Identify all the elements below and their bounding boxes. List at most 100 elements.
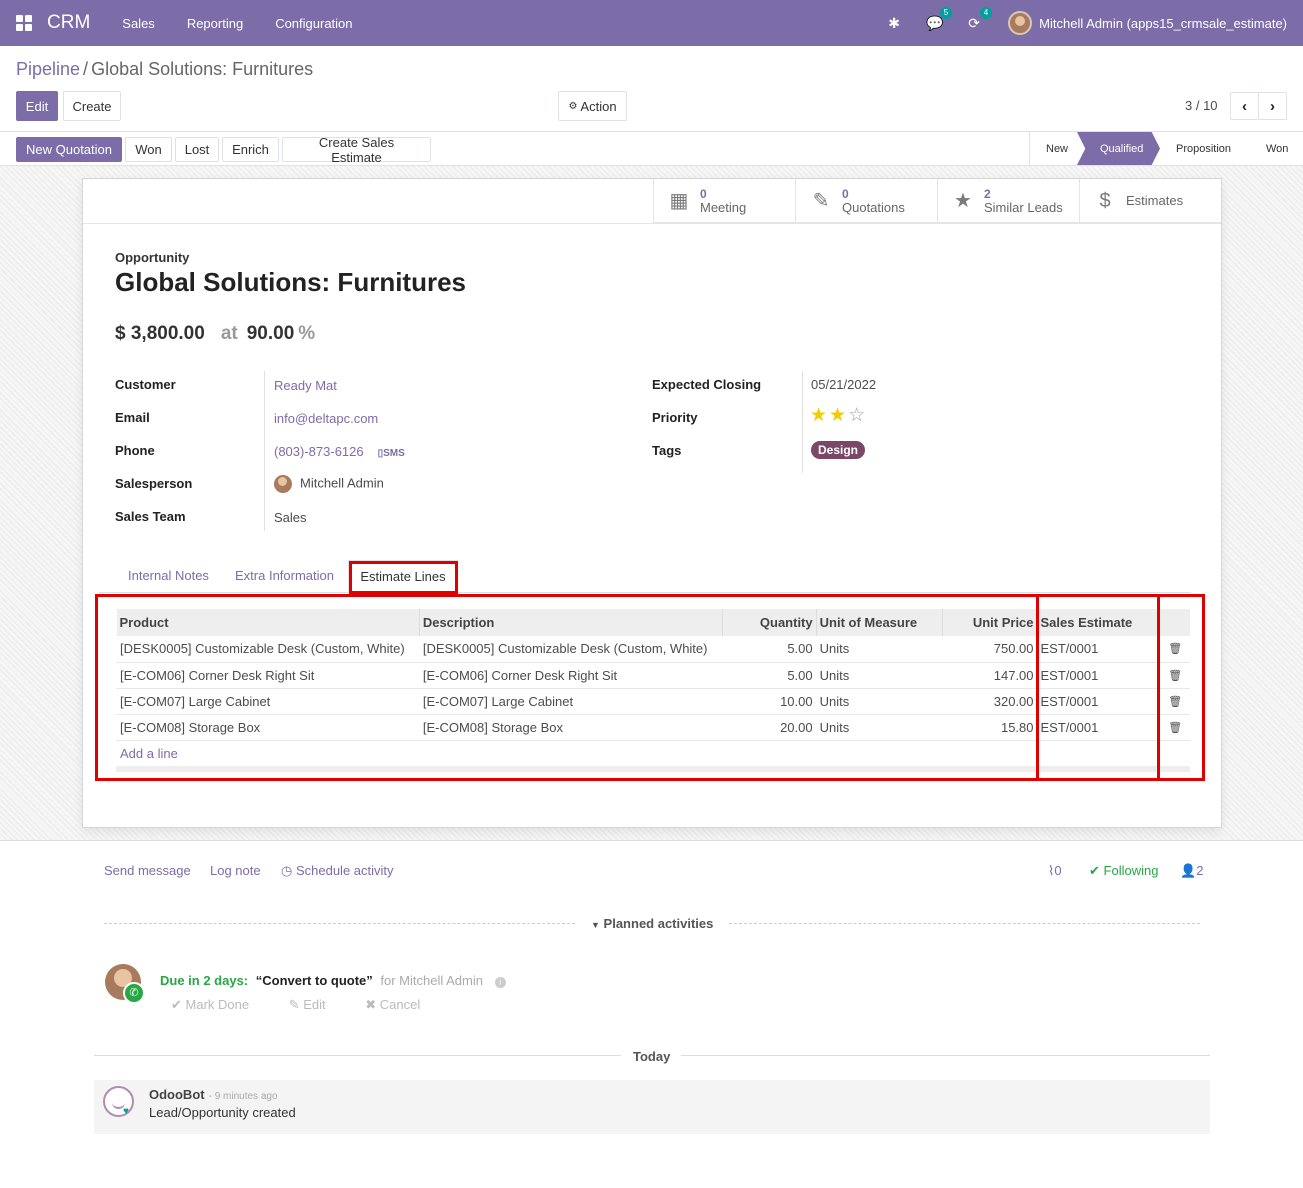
expected-revenue[interactable]: $ 3,800.00 at 90.00 % bbox=[115, 323, 315, 345]
schedule-activity-button[interactable]: ◷ Schedule activity bbox=[281, 863, 394, 879]
sales-team-field[interactable]: Sales bbox=[274, 510, 307, 525]
app-brand[interactable]: CRM bbox=[47, 12, 90, 34]
record-title[interactable]: Global Solutions: Furnitures bbox=[115, 267, 466, 298]
attachments-button[interactable]: ⌇0 bbox=[1048, 863, 1062, 879]
user-menu[interactable]: Mitchell Admin (apps15_crmsale_estimate) bbox=[1039, 16, 1287, 31]
sms-button[interactable]: ▯SMS bbox=[378, 448, 405, 459]
priority-star-2-icon[interactable]: ★ bbox=[829, 405, 848, 426]
caret-down-icon: ▼ bbox=[591, 920, 600, 930]
menu-sales[interactable]: Sales bbox=[122, 16, 155, 31]
activity-summary: “Convert to quote” bbox=[255, 973, 373, 988]
heart-icon: ♥ bbox=[123, 1106, 129, 1117]
messages-icon[interactable]: 💬 5 bbox=[926, 7, 953, 31]
expected-closing-field[interactable]: 05/21/2022 bbox=[811, 377, 876, 392]
similar-leads-smart-button[interactable]: ★ 2 Similar Leads bbox=[937, 179, 1079, 223]
bug-icon[interactable]: ✱ bbox=[886, 15, 902, 31]
apps-menu-icon[interactable] bbox=[16, 15, 32, 31]
planned-activities-toggle[interactable]: ▼ Planned activities bbox=[591, 916, 713, 931]
breadcrumb-pipeline[interactable]: Pipeline bbox=[16, 59, 80, 80]
message-author-name[interactable]: OdooBot bbox=[149, 1087, 205, 1102]
stage-proposition[interactable]: Proposition bbox=[1160, 132, 1246, 165]
similar-leads-label: Similar Leads bbox=[984, 200, 1063, 215]
tab-internal-notes[interactable]: Internal Notes bbox=[128, 568, 209, 583]
notebook-tabs: Internal Notes Extra Information Estimat… bbox=[99, 560, 1191, 594]
activities-icon[interactable]: ⟳ 4 bbox=[966, 7, 993, 31]
stage-pipeline: New Qualified Proposition Won bbox=[1029, 132, 1303, 165]
activity-edit-button[interactable]: ✎ Edit bbox=[289, 997, 344, 1012]
new-quotation-button[interactable]: New Quotation bbox=[16, 137, 122, 162]
sms-label: SMS bbox=[383, 448, 405, 459]
phone-icon: ✆ bbox=[123, 982, 145, 1004]
activity-edit-label: Edit bbox=[303, 997, 326, 1012]
stage-won[interactable]: Won bbox=[1246, 132, 1303, 165]
followers-button[interactable]: 👤2 bbox=[1180, 863, 1203, 879]
tab-extra-information[interactable]: Extra Information bbox=[235, 568, 334, 583]
chatter-message: ♥ OdooBot - 9 minutes ago Lead/Opportunit… bbox=[94, 1080, 1210, 1134]
following-button[interactable]: ✔ Following bbox=[1089, 863, 1158, 879]
estimates-label: Estimates bbox=[1126, 193, 1184, 208]
priority-widget[interactable]: ★★☆ bbox=[810, 404, 867, 427]
mark-done-label: Mark Done bbox=[185, 997, 250, 1012]
stage-new[interactable]: New bbox=[1030, 132, 1077, 165]
sheet-divider bbox=[83, 223, 1221, 224]
stage-qualified[interactable]: Qualified bbox=[1077, 132, 1160, 165]
check-icon: ✔ bbox=[1089, 863, 1100, 878]
revenue-at: at bbox=[220, 323, 238, 344]
create-sales-estimate-button[interactable]: Create Sales Estimate bbox=[282, 135, 431, 165]
activity-line: Due in 2 days: “Convert to quote” for Mi… bbox=[160, 973, 506, 988]
edit-icon: ✎ bbox=[812, 190, 830, 212]
action-label: Action bbox=[580, 98, 617, 114]
tags-label: Tags bbox=[652, 443, 682, 458]
quotations-smart-button[interactable]: ✎ 0 Quotations bbox=[795, 179, 937, 223]
smart-buttons: ▦ 0 Meeting ✎ 0 Quotations ★ 2 Similar Lead… bbox=[653, 179, 1221, 223]
estimates-smart-button[interactable]: $ Estimates bbox=[1079, 179, 1221, 223]
phone-field[interactable]: (803)-873-6126 bbox=[274, 444, 364, 459]
customer-field[interactable]: Ready Mat bbox=[274, 378, 337, 393]
user-icon: 👤 bbox=[1180, 863, 1197, 878]
sales-team-label: Sales Team bbox=[115, 509, 186, 524]
today-separator-left bbox=[94, 1055, 621, 1056]
meeting-label: Meeting bbox=[700, 200, 747, 215]
log-note-button[interactable]: Log note bbox=[210, 863, 261, 878]
won-button[interactable]: Won bbox=[125, 137, 172, 162]
today-separator-right bbox=[681, 1055, 1210, 1056]
activity-due: Due in 2 days: bbox=[160, 973, 249, 988]
meeting-count: 0 bbox=[700, 187, 707, 201]
action-button[interactable]: ⚙ Action bbox=[558, 91, 627, 121]
quotations-count: 0 bbox=[842, 187, 849, 201]
followers-count: 2 bbox=[1196, 863, 1204, 878]
left-group-divider bbox=[264, 371, 265, 531]
priority-label: Priority bbox=[652, 410, 698, 425]
enrich-button[interactable]: Enrich bbox=[222, 137, 279, 162]
create-button[interactable]: Create bbox=[63, 91, 121, 121]
chevron-left-icon: ‹ bbox=[1242, 97, 1247, 115]
meeting-smart-button[interactable]: ▦ 0 Meeting bbox=[653, 179, 795, 223]
gear-icon: ⚙ bbox=[568, 100, 578, 112]
calendar-icon: ▦ bbox=[669, 190, 689, 212]
activity-cancel-button[interactable]: ✖ Cancel bbox=[365, 997, 438, 1012]
edit-button[interactable]: Edit bbox=[16, 91, 58, 121]
lost-button[interactable]: Lost bbox=[175, 137, 219, 162]
message-time: - 9 minutes ago bbox=[208, 1091, 278, 1102]
send-message-button[interactable]: Send message bbox=[104, 863, 191, 878]
info-icon[interactable]: i bbox=[494, 977, 506, 988]
salesperson-field[interactable]: Mitchell Admin bbox=[274, 475, 384, 493]
mark-done-button[interactable]: ✔ Mark Done bbox=[171, 997, 267, 1012]
priority-star-1-icon[interactable]: ★ bbox=[810, 405, 829, 426]
salesperson-avatar bbox=[274, 475, 292, 493]
pager-value[interactable]: 3 / 10 bbox=[1185, 98, 1218, 113]
highlight-estimate-column-box bbox=[1036, 594, 1160, 781]
top-navbar: CRM Sales Reporting Configuration ✱ 💬 5 ⟳… bbox=[0, 0, 1303, 46]
tag-badge[interactable]: Design bbox=[811, 441, 866, 459]
menu-configuration[interactable]: Configuration bbox=[275, 16, 352, 31]
messages-count-badge: 5 bbox=[939, 7, 953, 19]
email-field[interactable]: info@deltapc.com bbox=[274, 411, 378, 426]
breadcrumb-current: Global Solutions: Furnitures bbox=[91, 59, 314, 79]
record-type-label: Opportunity bbox=[115, 250, 190, 265]
priority-star-3-icon[interactable]: ☆ bbox=[848, 405, 867, 426]
menu-reporting[interactable]: Reporting bbox=[187, 16, 243, 31]
pager-next-button[interactable]: › bbox=[1258, 92, 1287, 120]
pager-previous-button[interactable]: ‹ bbox=[1230, 92, 1259, 120]
breadcrumb: Pipeline / Global Solutions: Furnitures bbox=[16, 59, 313, 80]
user-avatar[interactable] bbox=[1008, 11, 1033, 35]
